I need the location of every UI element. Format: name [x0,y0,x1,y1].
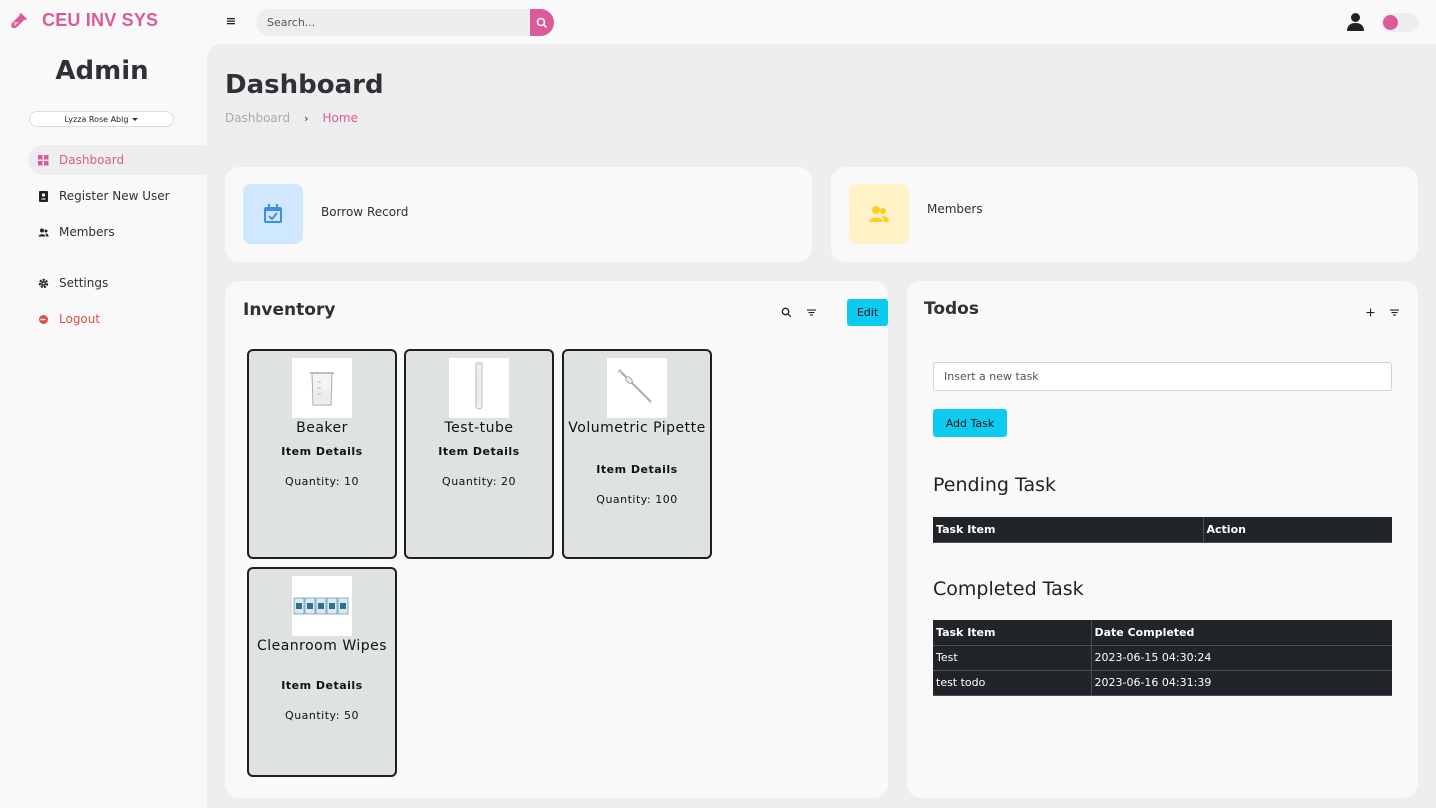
user-name: Lyzza Rose Ablg [64,114,129,124]
sidebar-item-register-new-user[interactable]: Register New User [28,181,204,211]
inventory-item-card[interactable]: Cleanroom Wipes Item Details Quantity: 5… [247,567,397,777]
stat-label: Borrow Record [321,205,409,219]
grid-icon [38,154,49,165]
column-header: Task Item [933,620,1092,646]
sidebar-item-label: Members [59,225,115,239]
pending-task-table: Task Item Action [933,517,1392,543]
item-quantity: Quantity: 20 [442,475,516,488]
stat-card-borrow-record[interactable]: Borrow Record [225,167,812,262]
column-header: Date Completed [1091,620,1392,646]
plus-icon[interactable] [1365,307,1376,318]
sidebar-item-dashboard[interactable]: Dashboard [28,145,207,175]
column-header: Task Item [933,517,1204,543]
filter-icon[interactable] [806,307,817,318]
item-quantity: Quantity: 50 [285,709,359,722]
breadcrumb: Dashboard › Home [225,111,358,125]
item-name: Volumetric Pipette [568,420,706,436]
inventory-item-card[interactable]: Beaker Item Details Quantity: 10 [247,349,397,559]
brand[interactable]: CEU INV SYS [10,10,158,31]
inventory-title: Inventory [243,300,336,320]
user-dropdown[interactable]: Lyzza Rose Ablg [29,111,174,127]
users-icon [38,228,49,236]
flask-icon [11,12,27,28]
completed-task-table: Task Item Date Completed Test 2023-06-15… [933,620,1392,696]
wipes-image [292,576,352,636]
pending-task-heading: Pending Task [933,474,1056,496]
search-form [256,9,554,36]
item-name: Cleanroom Wipes [256,638,388,654]
search-icon [536,17,548,28]
calendar-check-icon [243,184,303,244]
id-card-icon [39,190,48,202]
test-tube-image [449,358,509,418]
search-icon[interactable] [781,307,792,318]
menu-icon[interactable] [224,14,238,28]
gear-icon [38,278,49,288]
brand-name: CEU INV SYS [42,10,159,30]
item-quantity: Quantity: 10 [285,475,359,488]
task-item-cell: test todo [933,670,1092,696]
main-content: Dashboard Dashboard › Home Borrow Record [207,44,1436,808]
date-completed-cell: 2023-06-16 04:31:39 [1091,670,1392,696]
sidebar-item-logout[interactable]: Logout [28,304,204,334]
inventory-item-card[interactable]: Test-tube Item Details Quantity: 20 [404,349,554,559]
inventory-item-card[interactable]: Volumetric Pipette Item Details Quantity… [562,349,712,559]
toggle-knob [1383,15,1398,30]
item-name: Beaker [296,420,348,436]
task-item-cell: Test [933,645,1092,671]
sidebar-item-members[interactable]: Members [28,217,204,247]
stat-card-members[interactable]: Members [831,167,1418,262]
chevron-down-icon [132,117,139,121]
todos-title: Todos [924,299,979,319]
table-row: test todo 2023-06-16 04:31:39 [933,670,1392,696]
inventory-panel: Inventory Edit Beaker Item Details Quant… [225,281,888,798]
sidebar-title: Admin [55,56,149,86]
top-bar: CEU INV SYS [0,0,1436,44]
sidebar: Admin Lyzza Rose Ablg Dashboard Register… [0,44,207,808]
table-row: Test 2023-06-15 04:30:24 [933,645,1392,671]
breadcrumb-item-active[interactable]: Home [323,111,358,125]
chevron-right-icon: › [304,111,309,125]
table-header-row: Task Item Action [933,517,1392,543]
item-name: Test-tube [444,420,514,436]
item-details-label: Item Details [281,679,363,692]
add-task-button[interactable]: Add Task [933,409,1007,437]
users-icon [849,184,909,244]
item-details-label: Item Details [438,445,520,458]
sidebar-item-label: Settings [59,276,109,290]
completed-task-heading: Completed Task [933,578,1084,600]
todos-panel: Todos Add Task Pending Task Task Item Ac… [907,281,1418,798]
edit-button[interactable]: Edit [847,299,888,326]
sidebar-item-label: Logout [59,312,101,326]
sidebar-item-label: Register New User [59,189,170,203]
logout-icon [39,314,48,324]
breadcrumb-item[interactable]: Dashboard [225,111,290,125]
search-button[interactable] [530,9,554,36]
filter-icon[interactable] [1389,307,1400,318]
date-completed-cell: 2023-06-15 04:30:24 [1091,645,1392,671]
search-input[interactable] [256,9,530,36]
sidebar-item-settings[interactable]: Settings [28,268,204,298]
new-task-input[interactable] [933,362,1392,391]
pipette-image [607,358,667,418]
column-header: Action [1203,517,1392,543]
page-title: Dashboard [225,70,384,100]
item-quantity: Quantity: 100 [596,493,678,506]
item-details-label: Item Details [596,463,678,476]
theme-toggle[interactable] [1381,13,1419,32]
item-details-label: Item Details [281,445,363,458]
user-profile-icon[interactable] [1346,12,1365,32]
stat-label: Members [927,202,983,216]
table-header-row: Task Item Date Completed [933,620,1392,646]
beaker-image [292,358,352,418]
sidebar-item-label: Dashboard [59,153,125,167]
